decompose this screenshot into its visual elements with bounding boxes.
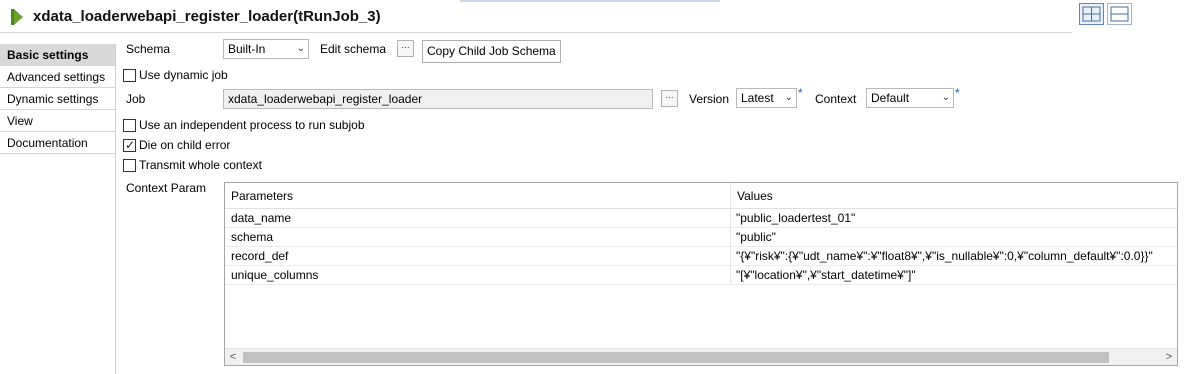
run-job-icon	[11, 9, 23, 25]
rows-layout-icon	[1110, 6, 1129, 22]
cell-parameter: unique_columns	[231, 268, 319, 282]
ellipsis-icon: ...	[665, 90, 674, 101]
version-label: Version	[689, 92, 730, 106]
schema-label: Schema	[126, 42, 171, 56]
horizontal-scrollbar[interactable]: < >	[225, 348, 1177, 365]
table-row[interactable]: data_name "public_loadertest_01"	[225, 209, 1177, 228]
table-header: Parameters Values	[225, 183, 1177, 209]
sidebar-item-dynamic-settings[interactable]: Dynamic settings	[0, 88, 115, 110]
cell-parameter: record_def	[231, 249, 289, 263]
sidebar-item-basic-settings[interactable]: Basic settings	[0, 44, 115, 66]
table-row[interactable]: record_def "{¥"risk¥":{¥"udt_name¥":¥"fl…	[225, 247, 1177, 266]
title-bar: xdata_loaderwebapi_register_loader(tRunJ…	[0, 0, 1192, 36]
table-row[interactable]: schema "public"	[225, 228, 1177, 247]
scroll-left-icon[interactable]: <	[226, 349, 240, 366]
cell-value: "public_loadertest_01"	[736, 211, 856, 225]
chevron-down-icon: ⌄	[784, 92, 793, 103]
context-param-label: Context Param	[126, 181, 207, 195]
ellipsis-icon: ...	[401, 40, 410, 51]
edit-schema-button[interactable]: ...	[397, 40, 414, 57]
scrollbar-thumb[interactable]	[243, 352, 1109, 363]
sidebar-item-view[interactable]: View	[0, 110, 115, 132]
use-dynamic-job-checkbox[interactable]	[123, 69, 136, 82]
chevron-down-icon: ⌄	[296, 43, 305, 54]
transmit-context-checkbox[interactable]	[123, 159, 136, 172]
version-select[interactable]: Latest ⌄	[736, 88, 797, 108]
grid-layout-icon	[1082, 6, 1101, 22]
cell-value: "public"	[736, 230, 776, 244]
job-browse-button[interactable]: ...	[661, 90, 678, 107]
rows-layout-button[interactable]	[1107, 3, 1132, 25]
version-select-value: Latest	[741, 91, 774, 105]
die-on-child-error-label: Die on child error	[139, 138, 231, 152]
sidebar-item-documentation[interactable]: Documentation	[0, 132, 115, 154]
copy-child-job-schema-button[interactable]: Copy Child Job Schema	[422, 40, 561, 63]
component-title: xdata_loaderwebapi_register_loader(tRunJ…	[33, 8, 381, 25]
sidebar-item-advanced-settings[interactable]: Advanced settings	[0, 66, 115, 88]
context-required-marker: *	[955, 86, 960, 100]
context-label: Context	[815, 92, 857, 106]
cell-parameter: data_name	[231, 211, 292, 225]
context-select-value: Default	[871, 91, 910, 105]
checkmark-icon: ✓	[125, 138, 136, 152]
die-on-child-error-checkbox[interactable]: ✓	[123, 138, 136, 152]
column-header-values[interactable]: Values	[730, 183, 1177, 209]
table-row[interactable]: unique_columns "[¥"location¥",¥"start_da…	[225, 266, 1177, 285]
schema-select-value: Built-In	[228, 42, 266, 56]
context-param-table[interactable]: Parameters Values data_name "public_load…	[224, 182, 1178, 366]
independent-process-checkbox[interactable]	[123, 119, 136, 132]
cell-parameter: schema	[231, 230, 274, 244]
settings-sidebar: Basic settings Advanced settings Dynamic…	[0, 44, 116, 374]
independent-process-label: Use an independent process to run subjob	[139, 118, 365, 132]
schema-select[interactable]: Built-In ⌄	[223, 39, 309, 59]
cell-value: "{¥"risk¥":{¥"udt_name¥":¥"float8¥",¥"is…	[736, 249, 1153, 263]
context-select[interactable]: Default ⌄	[866, 88, 954, 108]
job-field[interactable]: xdata_loaderwebapi_register_loader	[223, 89, 653, 109]
job-label: Job	[126, 92, 146, 106]
column-header-parameters[interactable]: Parameters	[225, 183, 730, 209]
version-required-marker: *	[798, 86, 803, 100]
transmit-context-label: Transmit whole context	[139, 158, 262, 172]
scroll-right-icon[interactable]: >	[1162, 349, 1176, 366]
grid-layout-button[interactable]	[1079, 3, 1104, 25]
chevron-down-icon: ⌄	[941, 92, 950, 103]
use-dynamic-job-label: Use dynamic job	[139, 68, 228, 82]
edit-schema-label: Edit schema	[320, 42, 387, 56]
title-area: xdata_loaderwebapi_register_loader(tRunJ…	[0, 0, 1072, 33]
cell-value: "[¥"location¥",¥"start_datetime¥"]"	[736, 268, 916, 282]
tab-indicator	[460, 0, 720, 2]
